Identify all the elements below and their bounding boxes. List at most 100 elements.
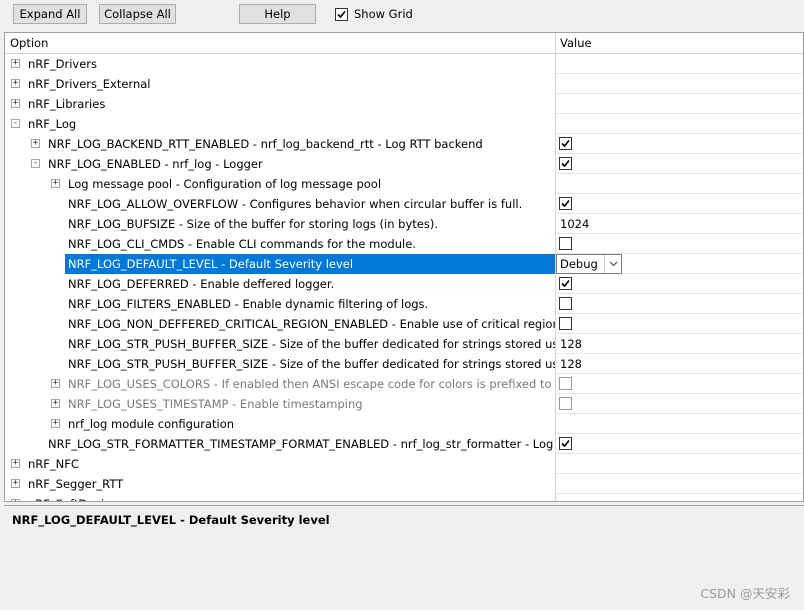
value-cell <box>556 114 803 134</box>
expand-node-icon[interactable]: + <box>11 59 20 68</box>
value-cell[interactable]: 128 <box>556 354 803 374</box>
grid-row[interactable]: + nRF_Libraries <box>5 94 803 114</box>
option-cell[interactable]: + nRF_Segger_RTT <box>5 474 555 494</box>
value-checkbox[interactable] <box>559 197 572 210</box>
expand-node-icon[interactable]: + <box>11 499 20 501</box>
collapse-all-button[interactable]: Collapse All <box>99 4 176 24</box>
expand-node-icon[interactable]: + <box>51 179 60 188</box>
grid-row[interactable]: NRF_LOG_FILTERS_ENABLED - Enable dynamic… <box>5 294 803 314</box>
grid-row[interactable]: + nRF_Drivers_External <box>5 74 803 94</box>
value-checkbox[interactable] <box>559 157 572 170</box>
column-header-option[interactable]: Option <box>10 36 48 50</box>
option-cell[interactable]: + NRF_LOG_USES_TIMESTAMP - Enable timesta… <box>5 394 555 414</box>
grid-row[interactable]: NRF_LOG_DEFERRED - Enable deffered logge… <box>5 274 803 294</box>
grid-row[interactable]: NRF_LOG_ALLOW_OVERFLOW - Configures beha… <box>5 194 803 214</box>
grid-row[interactable]: + nRF_SoftDevice <box>5 494 803 501</box>
help-button[interactable]: Help <box>239 4 316 24</box>
grid-row[interactable]: - NRF_LOG_ENABLED - nrf_log - Logger <box>5 154 803 174</box>
expand-node-icon[interactable]: + <box>51 399 60 408</box>
grid-row[interactable]: - nRF_Log <box>5 114 803 134</box>
grid-row[interactable]: + nRF_Drivers <box>5 54 803 74</box>
option-cell[interactable]: + nRF_NFC <box>5 454 555 474</box>
value-cell[interactable] <box>556 314 803 334</box>
grid-row[interactable]: + nrf_log module configuration <box>5 414 803 434</box>
value-cell[interactable]: 128 <box>556 334 803 354</box>
column-divider[interactable] <box>555 33 556 53</box>
expand-node-icon[interactable]: + <box>11 99 20 108</box>
expand-node-icon[interactable]: + <box>51 379 60 388</box>
option-cell[interactable]: NRF_LOG_CLI_CMDS - Enable CLI commands f… <box>5 234 555 254</box>
option-label: nRF_Drivers <box>28 57 98 71</box>
grid-row[interactable]: NRF_LOG_NON_DEFFERED_CRITICAL_REGION_ENA… <box>5 314 803 334</box>
value-cell[interactable] <box>556 234 803 254</box>
check-icon <box>561 279 570 288</box>
grid-row[interactable]: NRF_LOG_STR_FORMATTER_TIMESTAMP_FORMAT_E… <box>5 434 803 454</box>
option-label: NRF_LOG_CLI_CMDS - Enable CLI commands f… <box>68 237 416 251</box>
option-cell[interactable]: + NRF_LOG_USES_COLORS - If enabled then A… <box>5 374 555 394</box>
option-cell[interactable]: NRF_LOG_STR_PUSH_BUFFER_SIZE - Size of t… <box>5 354 555 374</box>
expand-node-icon[interactable]: + <box>11 459 20 468</box>
value-checkbox[interactable] <box>559 237 572 250</box>
value-cell[interactable]: 1024 <box>556 214 803 234</box>
value-cell[interactable] <box>556 154 803 174</box>
chevron-down-icon[interactable] <box>604 255 621 273</box>
value-checkbox[interactable] <box>559 297 572 310</box>
show-grid-toggle[interactable]: Show Grid <box>335 7 413 21</box>
option-cell[interactable]: NRF_LOG_NON_DEFFERED_CRITICAL_REGION_ENA… <box>5 314 555 334</box>
option-cell[interactable]: NRF_LOG_STR_FORMATTER_TIMESTAMP_FORMAT_E… <box>5 434 555 454</box>
value-checkbox[interactable] <box>559 277 572 290</box>
value-checkbox[interactable] <box>559 437 572 450</box>
value-cell[interactable] <box>556 134 803 154</box>
option-cell[interactable]: + nrf_log module configuration <box>5 414 555 434</box>
grid-row[interactable]: + nRF_Segger_RTT <box>5 474 803 494</box>
value-cell[interactable] <box>556 394 803 414</box>
value-cell[interactable] <box>556 294 803 314</box>
grid-row[interactable]: NRF_LOG_BUFSIZE - Size of the buffer for… <box>5 214 803 234</box>
grid-row[interactable]: + NRF_LOG_USES_COLORS - If enabled then A… <box>5 374 803 394</box>
expand-node-icon[interactable]: + <box>51 419 60 428</box>
grid-row[interactable]: NRF_LOG_DEFAULT_LEVEL - Default Severity… <box>5 254 803 274</box>
option-cell[interactable]: NRF_LOG_DEFAULT_LEVEL - Default Severity… <box>65 254 555 274</box>
option-label: NRF_LOG_STR_PUSH_BUFFER_SIZE - Size of t… <box>68 337 555 351</box>
option-cell[interactable]: + nRF_Libraries <box>5 94 555 114</box>
check-icon <box>561 139 570 148</box>
expand-node-icon[interactable]: + <box>11 79 20 88</box>
option-cell[interactable]: + NRF_LOG_BACKEND_RTT_ENABLED - nrf_log_b… <box>5 134 555 154</box>
value-checkbox[interactable] <box>559 397 572 410</box>
option-cell[interactable]: + nRF_Drivers <box>5 54 555 74</box>
expand-node-icon[interactable]: + <box>31 139 40 148</box>
option-cell[interactable]: + Log message pool - Configuration of log… <box>5 174 555 194</box>
value-cell[interactable] <box>556 194 803 214</box>
option-cell[interactable]: + nRF_SoftDevice <box>5 494 555 501</box>
value-checkbox[interactable] <box>559 377 572 390</box>
option-cell[interactable]: NRF_LOG_FILTERS_ENABLED - Enable dynamic… <box>5 294 555 314</box>
grid-row[interactable]: NRF_LOG_STR_PUSH_BUFFER_SIZE - Size of t… <box>5 334 803 354</box>
value-cell[interactable]: Debug <box>556 254 803 274</box>
expand-all-button[interactable]: Expand All <box>13 4 87 24</box>
value-checkbox[interactable] <box>559 137 572 150</box>
value-cell[interactable] <box>556 274 803 294</box>
grid-row[interactable]: + Log message pool - Configuration of log… <box>5 174 803 194</box>
option-cell[interactable]: - nRF_Log <box>5 114 555 134</box>
grid-row[interactable]: + NRF_LOG_BACKEND_RTT_ENABLED - nrf_log_b… <box>5 134 803 154</box>
option-label: nrf_log module configuration <box>68 417 235 431</box>
grid-row[interactable]: + NRF_LOG_USES_TIMESTAMP - Enable timesta… <box>5 394 803 414</box>
option-cell[interactable]: NRF_LOG_DEFERRED - Enable deffered logge… <box>5 274 555 294</box>
option-cell[interactable]: NRF_LOG_BUFSIZE - Size of the buffer for… <box>5 214 555 234</box>
column-header-value[interactable]: Value <box>560 36 592 50</box>
collapse-node-icon[interactable]: - <box>11 119 20 128</box>
expand-node-icon[interactable]: + <box>11 479 20 488</box>
value-checkbox[interactable] <box>559 317 572 330</box>
grid-row[interactable]: NRF_LOG_CLI_CMDS - Enable CLI commands f… <box>5 234 803 254</box>
collapse-node-icon[interactable]: - <box>31 159 40 168</box>
show-grid-checkbox[interactable] <box>335 7 348 21</box>
severity-level-dropdown[interactable]: Debug <box>556 254 622 274</box>
option-cell[interactable]: - NRF_LOG_ENABLED - nrf_log - Logger <box>5 154 555 174</box>
option-cell[interactable]: + nRF_Drivers_External <box>5 74 555 94</box>
option-cell[interactable]: NRF_LOG_STR_PUSH_BUFFER_SIZE - Size of t… <box>5 334 555 354</box>
value-cell[interactable] <box>556 434 803 454</box>
option-cell[interactable]: NRF_LOG_ALLOW_OVERFLOW - Configures beha… <box>5 194 555 214</box>
value-cell[interactable] <box>556 374 803 394</box>
grid-row[interactable]: + nRF_NFC <box>5 454 803 474</box>
grid-row[interactable]: NRF_LOG_STR_PUSH_BUFFER_SIZE - Size of t… <box>5 354 803 374</box>
